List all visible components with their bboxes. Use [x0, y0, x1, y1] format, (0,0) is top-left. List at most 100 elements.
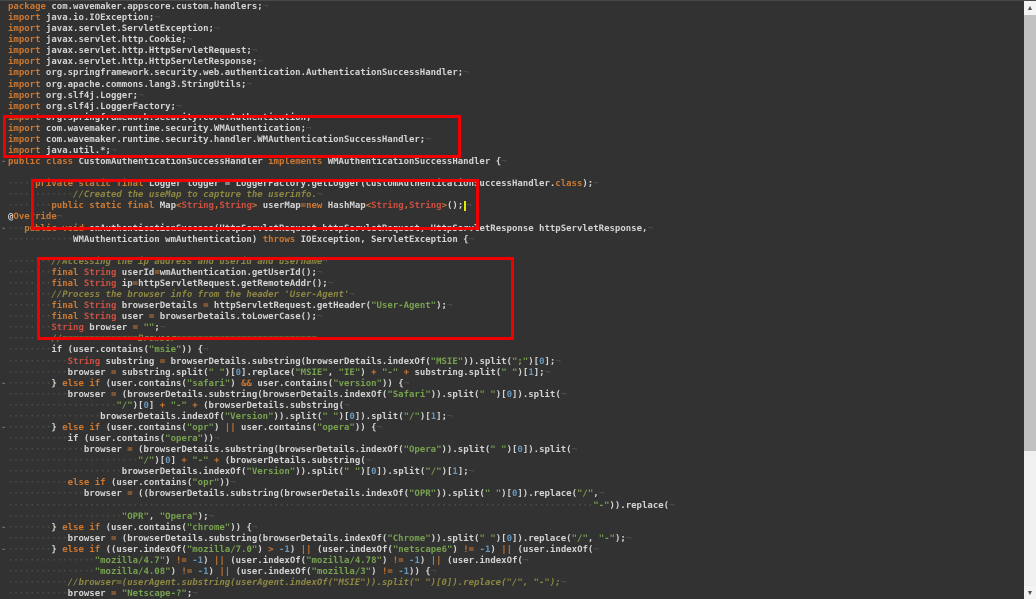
scroll-down-button[interactable]: ▼	[1024, 586, 1036, 599]
code-line[interactable]: ········//Accessing the ip address and u…	[0, 257, 1024, 268]
code-line[interactable]: ···········browser = "Netscape-?";¬	[0, 589, 1024, 599]
code-token: )) {	[181, 345, 203, 355]
fold-marker-icon[interactable]: -	[1, 157, 6, 168]
code-line[interactable]: import org.slf4j.Logger;¬	[0, 91, 1024, 102]
code-line[interactable]: ········String browser = "";¬	[0, 323, 1024, 334]
code-line[interactable]: ···········browser = (browserDetails.sub…	[0, 534, 1024, 545]
code-token: " "	[501, 368, 517, 378]
code-token: -1	[398, 567, 409, 577]
code-line[interactable]: ···········//browser=(userAgent.substrin…	[0, 578, 1024, 589]
code-line[interactable]: ········final String userId=wmAuthentica…	[0, 268, 1024, 279]
code-token: import	[8, 102, 41, 112]
code-line[interactable]: ········//==============Browser=========…	[0, 334, 1024, 345]
code-line[interactable]: import com.wavemaker.runtime.security.ha…	[0, 135, 1024, 146]
code-token: com.wavemaker.runtime.security.WMAuthent…	[41, 124, 307, 134]
code-line[interactable]: import javax.servlet.ServletException;¬	[0, 24, 1024, 35]
code-line[interactable]: import java.io.IOException;¬	[0, 13, 1024, 24]
code-line[interactable]: ···········String substring = browserDet…	[0, 357, 1024, 368]
code-token: )).split(	[295, 467, 344, 477]
code-token: "Netscape-?"	[122, 589, 187, 599]
code-line[interactable]: import java.util.*;¬	[0, 146, 1024, 157]
code-line[interactable]: ········································…	[0, 501, 1024, 512]
fold-marker-icon[interactable]: -	[1, 224, 6, 235]
scroll-up-button[interactable]: ▲	[1024, 1, 1036, 15]
code-line[interactable]: -········} else if ((user.indexOf("mozil…	[0, 545, 1024, 556]
eol-mark: ¬	[469, 235, 474, 245]
code-line[interactable]: ····················"/")[0] + "-" + (bro…	[0, 401, 1024, 412]
indent-whitespace: ···········	[8, 368, 68, 378]
indent-whitespace: ···········	[8, 390, 68, 400]
code-line[interactable]: ························"/")[0] + "-" + …	[0, 456, 1024, 467]
code-line[interactable]	[0, 168, 1024, 179]
code-line[interactable]: -········} else if (user.contains("opr")…	[0, 423, 1024, 434]
code-line[interactable]: ·····················browserDetails.inde…	[0, 467, 1024, 478]
eol-mark: ¬	[187, 35, 192, 45]
code-line[interactable]: import org.slf4j.LoggerFactory;¬	[0, 102, 1024, 113]
code-line[interactable]: ········final String browserDetails = ht…	[0, 301, 1024, 312]
fold-marker-icon[interactable]: -	[1, 523, 6, 534]
eol-mark: ¬	[469, 467, 474, 477]
code-token: "opera"	[165, 434, 203, 444]
code-line[interactable]: import org.springframework.security.core…	[0, 113, 1024, 124]
code-token: ip	[116, 279, 132, 289]
vertical-scrollbar[interactable]: ▲ ▼	[1024, 1, 1036, 599]
code-line[interactable]: import javax.servlet.http.HttpServletRes…	[0, 57, 1024, 68]
code-line[interactable]: ················"mozilla/4.7") != -1) ||…	[0, 556, 1024, 567]
code-token: "/"	[572, 534, 588, 544]
code-line[interactable]: -public class CustomAuthenticationSucces…	[0, 157, 1024, 168]
code-line[interactable]: import com.wavemaker.runtime.security.WM…	[0, 124, 1024, 135]
code-line[interactable]: import org.springframework.security.web.…	[0, 68, 1024, 79]
code-token: (user.indexOf(	[230, 567, 311, 577]
code-line[interactable]: ········if (user.contains("msie")) {¬	[0, 345, 1024, 356]
code-token: "Chrome"	[387, 534, 430, 544]
code-line[interactable]	[0, 246, 1024, 257]
code-line[interactable]: ··············browser = ((browserDetails…	[0, 489, 1024, 500]
code-line[interactable]: @Override¬	[0, 212, 1024, 223]
code-token: "Opera"	[160, 512, 198, 522]
code-line[interactable]: ············//Created the useMap to capt…	[0, 190, 1024, 201]
code-line[interactable]: import org.apache.commons.lang3.StringUt…	[0, 80, 1024, 91]
fold-marker-icon[interactable]: -	[1, 545, 6, 556]
code-token: WMAuthenticationSuccessHandler {	[322, 157, 501, 167]
fold-marker-icon[interactable]: -	[1, 423, 6, 434]
indent-whitespace: ···········	[8, 478, 68, 488]
code-line[interactable]: ········final String user = browserDetai…	[0, 312, 1024, 323]
code-line[interactable]: ·················browserDetails.indexOf(…	[0, 412, 1024, 423]
code-token: HashMap	[322, 201, 365, 211]
fold-marker-icon[interactable]: -	[1, 379, 6, 390]
code-line[interactable]: -···public void onAuthenticationSuccess(…	[0, 224, 1024, 235]
code-line[interactable]: ········public static final Map<String,S…	[0, 201, 1024, 212]
code-line[interactable]: import javax.servlet.http.Cookie;¬	[0, 35, 1024, 46]
code-token: ||	[431, 556, 442, 566]
code-line[interactable]: ··············browser = (browserDetails.…	[0, 445, 1024, 456]
code-token: ]).replace(	[512, 534, 572, 544]
code-line[interactable]: package com.wavemaker.appscore.custom.ha…	[0, 2, 1024, 13]
code-token: if	[89, 423, 100, 433]
code-area[interactable]: package com.wavemaker.appscore.custom.ha…	[0, 2, 1024, 599]
code-token: )[	[496, 534, 507, 544]
code-token: );	[582, 179, 593, 189]
code-line[interactable]: -········} else if (user.contains("chrom…	[0, 523, 1024, 534]
code-token: "version"	[333, 379, 382, 389]
code-line[interactable]: ············WMAuthentication wmAuthentic…	[0, 235, 1024, 246]
code-line[interactable]: -········} else if (user.contains("safar…	[0, 379, 1024, 390]
scrollbar-thumb[interactable]	[1024, 15, 1036, 451]
code-line[interactable]: ···········else if (user.contains("opr")…	[0, 478, 1024, 489]
code-line[interactable]: ···········browser = (browserDetails.sub…	[0, 390, 1024, 401]
code-line[interactable]: ········final String ip=httpServletReque…	[0, 279, 1024, 290]
code-line[interactable]: ········//Process the browser info from …	[0, 290, 1024, 301]
code-line[interactable]: ···········if (user.contains("opera"))¬	[0, 434, 1024, 445]
code-token: ||	[301, 545, 312, 555]
code-line[interactable]: ················"mozilla/4.08") != -1) |…	[0, 567, 1024, 578]
code-token: ];	[545, 357, 556, 367]
code-line[interactable]: ·····private static final Logger logger …	[0, 179, 1024, 190]
code-line[interactable]: import javax.servlet.http.HttpServletReq…	[0, 46, 1024, 57]
code-token: java.io.IOException;	[41, 13, 155, 23]
code-line[interactable]: ·····················"OPR", "Opera");¬	[0, 512, 1024, 523]
code-token: Override	[13, 212, 56, 222]
code-token: );	[436, 301, 447, 311]
indent-whitespace: ········	[8, 345, 51, 355]
code-token: )	[290, 545, 301, 555]
code-token: user	[116, 312, 149, 322]
code-line[interactable]: ···········browser = substring.split(" "…	[0, 368, 1024, 379]
